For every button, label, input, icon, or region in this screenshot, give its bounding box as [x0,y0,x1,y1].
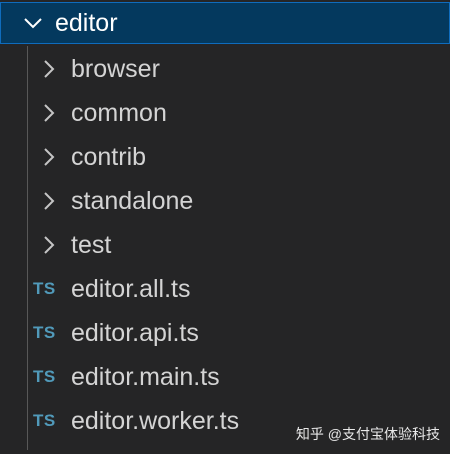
chevron-right-icon[interactable] [36,100,62,126]
watermark: 知乎 @支付宝体验科技 [295,426,440,442]
chevron-right-icon[interactable] [36,232,62,258]
file-explorer: editor browser common contrib standalone… [0,0,450,454]
tree-folder-browser[interactable]: browser [0,47,450,91]
typescript-file-icon: TS [33,367,56,386]
tree-folder-contrib[interactable]: contrib [0,135,450,179]
tree-folder-label: editor [55,9,118,37]
tree-folder-label: browser [71,55,160,83]
tree-file-label: editor.main.ts [71,363,220,391]
tree-file-label: editor.api.ts [71,319,199,347]
typescript-file-icon: TS [33,323,56,342]
chevron-right-icon[interactable] [36,56,62,82]
tree-file-editor-api[interactable]: TS editor.api.ts [0,311,450,355]
tree-folder-label: common [71,99,167,127]
tree-file-label: editor.worker.ts [71,407,240,435]
tree-folder-standalone[interactable]: standalone [0,179,450,223]
tree-file-editor-all[interactable]: TS editor.all.ts [0,267,450,311]
tree-folder-label: contrib [71,143,147,171]
tree-file-label: editor.all.ts [71,275,191,303]
tree-folder-test[interactable]: test [0,223,450,267]
chevron-right-icon[interactable] [36,188,62,214]
chevron-right-icon[interactable] [36,144,62,170]
tree-folder-label: standalone [71,187,194,215]
tree-folder-common[interactable]: common [0,91,450,135]
tree-file-editor-main[interactable]: TS editor.main.ts [0,355,450,399]
typescript-file-icon: TS [33,411,56,430]
tree-folder-label: test [71,231,112,259]
typescript-file-icon: TS [33,279,56,298]
tree-folder-editor[interactable]: editor [0,2,450,44]
chevron-down-icon[interactable] [20,10,46,36]
